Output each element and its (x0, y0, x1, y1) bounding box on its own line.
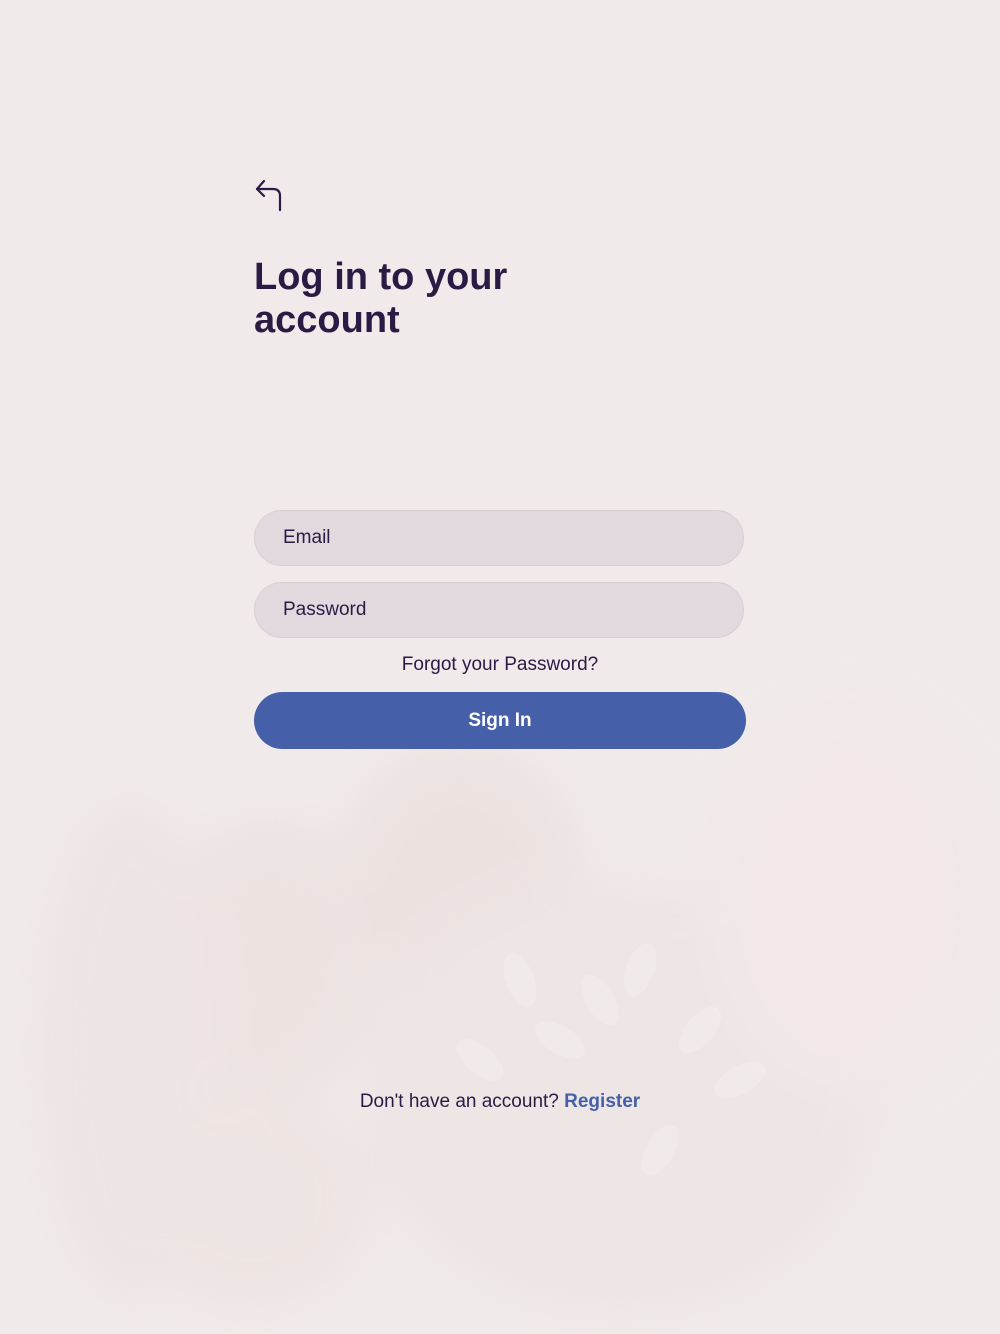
email-field[interactable] (254, 510, 744, 566)
password-field[interactable] (254, 582, 744, 638)
forgot-password-link[interactable]: Forgot your Password? (254, 654, 746, 676)
sign-in-button[interactable]: Sign In (254, 692, 746, 749)
register-link[interactable]: Register (564, 1091, 640, 1112)
page-title: Log in to your account (254, 256, 508, 341)
register-prompt-text: Don't have an account? (359, 1091, 559, 1112)
register-prompt: Don't have an account? Register (0, 1091, 1000, 1113)
back-arrow-icon (255, 179, 282, 212)
login-screen: Log in to your account Forgot your Passw… (0, 0, 1000, 1334)
back-button[interactable] (250, 174, 286, 214)
